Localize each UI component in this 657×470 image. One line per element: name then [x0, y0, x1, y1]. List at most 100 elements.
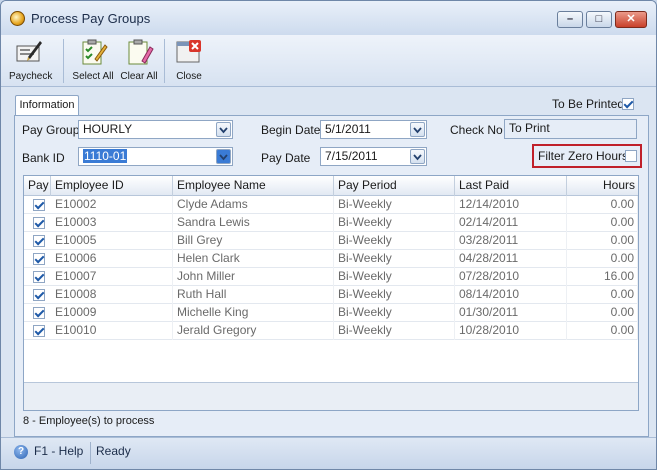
table-row[interactable]: E10010 Jerald Gregory Bi-Weekly 10/28/20… [24, 322, 638, 340]
pay-group-select[interactable]: HOURLY [78, 120, 233, 139]
employee-id-cell: E10006 [51, 250, 173, 268]
pay-checkbox[interactable] [33, 199, 45, 211]
help-icon[interactable]: ? [14, 445, 28, 459]
employee-id-cell: E10010 [51, 322, 173, 340]
table-row[interactable]: E10009 Michelle King Bi-Weekly 01/30/201… [24, 304, 638, 322]
employee-name-cell: Michelle King [173, 304, 334, 322]
column-header-employee-id[interactable]: Employee ID [51, 176, 173, 196]
column-header-pay[interactable]: Pay [24, 176, 51, 196]
column-header-pay-period[interactable]: Pay Period [334, 176, 455, 196]
bank-id-select[interactable]: 1110-01 [78, 147, 233, 166]
hours-cell: 0.00 [567, 304, 638, 322]
employee-id-cell: E10008 [51, 286, 173, 304]
employee-name-cell: Sandra Lewis [173, 214, 334, 232]
hours-cell: 0.00 [567, 196, 638, 214]
employee-name-cell: Helen Clark [173, 250, 334, 268]
last-paid-cell: 04/28/2011 [455, 250, 567, 268]
pay-checkbox[interactable] [33, 235, 45, 247]
employee-id-cell: E10005 [51, 232, 173, 250]
hours-cell: 0.00 [567, 322, 638, 340]
grid-header: Pay Employee ID Employee Name Pay Period… [24, 176, 638, 196]
pay-period-cell: Bi-Weekly [334, 304, 455, 322]
chevron-down-icon [413, 127, 422, 134]
clear-all-label: Clear All [120, 71, 158, 82]
employee-grid: Pay Employee ID Employee Name Pay Period… [23, 175, 639, 411]
last-paid-cell: 02/14/2011 [455, 214, 567, 232]
employee-name-cell: John Miller [173, 268, 334, 286]
pay-checkbox[interactable] [33, 271, 45, 283]
hours-cell: 0.00 [567, 214, 638, 232]
pay-date-label: Pay Date [261, 151, 311, 165]
check-no-value: To Print [509, 121, 550, 135]
close-doc-icon [176, 40, 201, 63]
tab-information[interactable]: Information [15, 95, 79, 116]
filter-zero-hours-checkbox[interactable] [625, 150, 637, 162]
employee-name-cell: Jerald Gregory [173, 322, 334, 340]
paycheck-label: Paycheck [9, 71, 53, 82]
table-row[interactable]: E10007 John Miller Bi-Weekly 07/28/2010 … [24, 268, 638, 286]
pay-group-dropdown-button[interactable] [216, 122, 231, 137]
close-window-button[interactable]: ✕ [615, 11, 647, 28]
status-separator [90, 442, 91, 464]
process-pay-groups-window: Process Pay Groups – □ ✕ Paycheck Select… [0, 0, 657, 470]
toolbar: Paycheck Select All Clear All Close [1, 35, 656, 87]
grid-footer [24, 382, 638, 410]
begin-date-dropdown-button[interactable] [410, 122, 425, 137]
employee-id-cell: E10009 [51, 304, 173, 322]
last-paid-cell: 08/14/2010 [455, 286, 567, 304]
hours-cell: 0.00 [567, 232, 638, 250]
pay-date-dropdown-button[interactable] [410, 149, 425, 164]
close-label: Close [176, 71, 202, 82]
chevron-down-icon [413, 154, 422, 161]
pay-date-value: 7/15/2011 [325, 149, 378, 163]
employee-name-cell: Ruth Hall [173, 286, 334, 304]
table-row[interactable]: E10003 Sandra Lewis Bi-Weekly 02/14/2011… [24, 214, 638, 232]
to-be-printed-checkbox[interactable] [622, 98, 634, 110]
pay-period-cell: Bi-Weekly [334, 268, 455, 286]
pay-checkbox[interactable] [33, 325, 45, 337]
table-row[interactable]: E10005 Bill Grey Bi-Weekly 03/28/2011 0.… [24, 232, 638, 250]
pay-date-picker[interactable]: 7/15/2011 [320, 147, 427, 166]
column-header-last-paid[interactable]: Last Paid [455, 176, 567, 196]
pay-checkbox[interactable] [33, 217, 45, 229]
column-header-hours[interactable]: Hours [567, 176, 638, 196]
last-paid-cell: 10/28/2010 [455, 322, 567, 340]
title-bar: Process Pay Groups – □ ✕ [1, 1, 656, 35]
last-paid-cell: 03/28/2011 [455, 232, 567, 250]
help-shortcut-text[interactable]: F1 - Help [34, 444, 83, 458]
begin-date-label: Begin Date [261, 123, 321, 137]
clear-all-button[interactable]: Clear All [119, 35, 159, 87]
filter-zero-hours-label: Filter Zero Hours [538, 149, 629, 163]
toolbar-separator [63, 39, 64, 83]
pay-checkbox[interactable] [33, 253, 45, 265]
close-icon: ✕ [626, 13, 636, 25]
filter-zero-hours-highlight: Filter Zero Hours [532, 144, 642, 168]
last-paid-cell: 07/28/2010 [455, 268, 567, 286]
last-paid-cell: 12/14/2010 [455, 196, 567, 214]
minimize-button[interactable]: – [557, 11, 583, 28]
maximize-icon: □ [595, 13, 603, 25]
pay-period-cell: Bi-Weekly [334, 214, 455, 232]
pay-period-cell: Bi-Weekly [334, 196, 455, 214]
table-row[interactable]: E10002 Clyde Adams Bi-Weekly 12/14/2010 … [24, 196, 638, 214]
select-all-label: Select All [72, 71, 114, 82]
table-row[interactable]: E10008 Ruth Hall Bi-Weekly 08/14/2010 0.… [24, 286, 638, 304]
status-bar: ? F1 - Help Ready [1, 437, 656, 469]
begin-date-picker[interactable]: 5/1/2011 [320, 120, 427, 139]
table-row[interactable]: E10006 Helen Clark Bi-Weekly 04/28/2011 … [24, 250, 638, 268]
paycheck-button[interactable]: Paycheck [9, 35, 53, 87]
status-text: Ready [96, 444, 131, 458]
close-button[interactable]: Close [171, 35, 207, 87]
select-all-button[interactable]: Select All [71, 35, 115, 87]
pay-period-cell: Bi-Weekly [334, 232, 455, 250]
bank-id-dropdown-button[interactable] [216, 149, 231, 164]
pay-checkbox[interactable] [33, 307, 45, 319]
select-all-icon [82, 39, 108, 65]
pay-checkbox[interactable] [33, 289, 45, 301]
toolbar-separator [164, 39, 165, 83]
pay-period-cell: Bi-Weekly [334, 322, 455, 340]
chevron-down-icon [219, 127, 228, 134]
column-header-employee-name[interactable]: Employee Name [173, 176, 334, 196]
maximize-button[interactable]: □ [586, 11, 612, 28]
pay-period-cell: Bi-Weekly [334, 286, 455, 304]
